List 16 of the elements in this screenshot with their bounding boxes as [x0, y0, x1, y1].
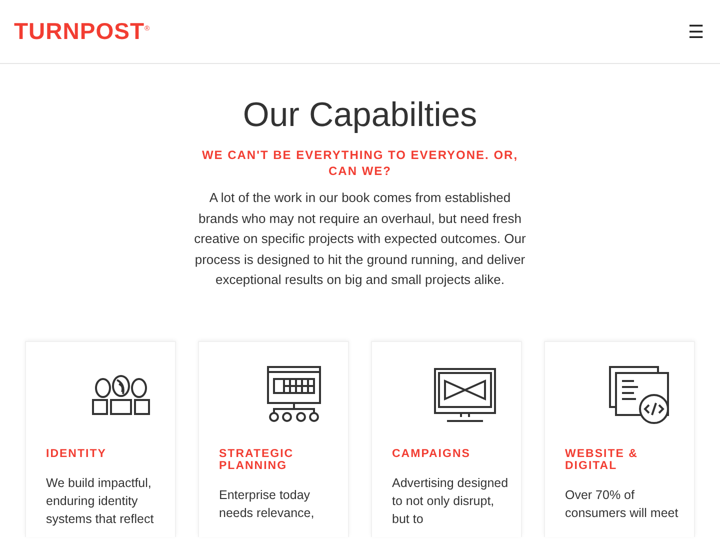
card-title: WEBSITE & DIGITAL [565, 448, 639, 472]
subtitle: WE CAN'T BE EVERYTHING TO EVERYONE. OR, CAN WE? [200, 147, 520, 179]
brand-logo[interactable]: TURNPOST$^{®}$ [14, 18, 150, 45]
people-icon [91, 374, 151, 416]
card-text: Enterprise today needs relevance, [219, 486, 316, 522]
card-text: Advertising designed to not only disrupt, but to [392, 474, 510, 528]
card-text: We build impactful, enduring identity systems that reflect [46, 474, 155, 528]
monitor-icon [433, 366, 497, 422]
intro-paragraph: A lot of the work in our book comes from established brands who may not require an overhaul, but need fresh creative on specific projects with expected outcomes. Our process is designed to hit the ground running, and deliver exceptional results on big and small projects alike. [193, 189, 527, 289]
card-title: CAMPAIGNS [392, 448, 472, 460]
browser-code-icon [608, 364, 670, 424]
page-title: Our Capabilties [242, 96, 478, 135]
card-text: Over 70% of consumers will meet [565, 486, 680, 522]
card-title: STRATEGIC PLANNING [219, 448, 295, 472]
calendar-chart-icon [264, 364, 324, 424]
card-title: IDENTITY [46, 448, 108, 460]
